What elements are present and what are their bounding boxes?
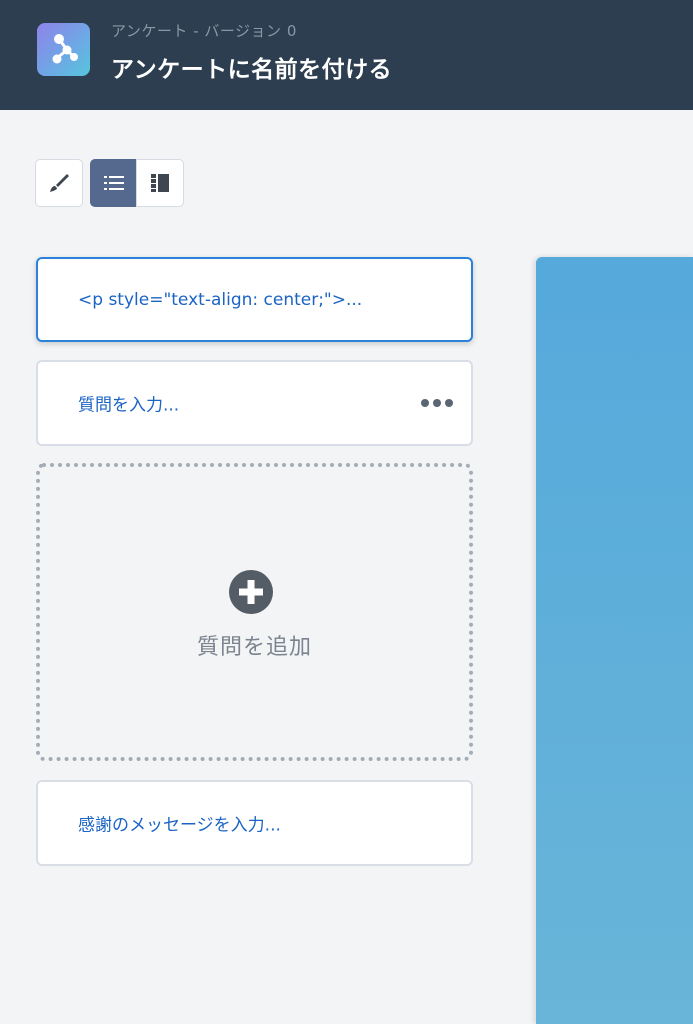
- survey-name-title[interactable]: アンケートに名前を付ける: [111, 50, 392, 84]
- welcome-page-card[interactable]: <p style="text-align: center;">...: [36, 257, 473, 342]
- layout-icon: [151, 174, 169, 192]
- thank-you-card[interactable]: 感謝のメッセージを入力...: [36, 780, 473, 866]
- list-view-button[interactable]: [90, 159, 137, 207]
- add-circle-icon: [229, 570, 273, 614]
- list-icon: [103, 176, 124, 190]
- layout-view-button[interactable]: [136, 159, 184, 207]
- thanks-placeholder: 感謝のメッセージを入力...: [78, 815, 281, 836]
- survey-app-icon: [37, 23, 90, 76]
- header-subtitle: アンケート - バージョン 0: [111, 22, 297, 40]
- add-question-dropzone[interactable]: 質問を追加: [36, 463, 473, 761]
- app-header: アンケート - バージョン 0 アンケートに名前を付ける: [0, 0, 693, 110]
- question-placeholder: 質問を入力...: [78, 395, 180, 416]
- theme-button[interactable]: [35, 159, 83, 207]
- survey-preview-panel: [536, 257, 693, 1024]
- welcome-page-text: <p style="text-align: center;">...: [78, 289, 363, 310]
- more-options-icon[interactable]: [421, 399, 453, 407]
- question-card[interactable]: 質問を入力...: [36, 360, 473, 446]
- paintbrush-icon: [50, 174, 69, 192]
- add-question-label: 質問を追加: [196, 635, 312, 660]
